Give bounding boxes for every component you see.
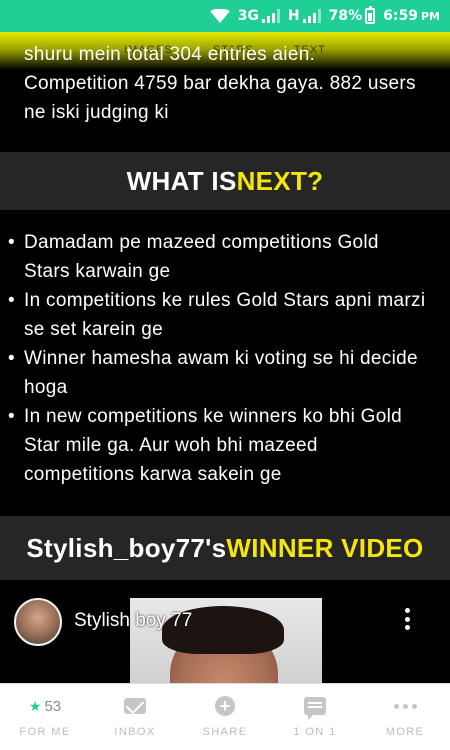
wifi-icon	[209, 9, 230, 23]
wifi-indicator	[209, 9, 230, 23]
winner-video-card[interactable]: Stylish boy 77	[0, 580, 450, 683]
inbox-icon	[124, 698, 146, 714]
cellular-3g: 3G	[238, 8, 280, 24]
bottom-nav: ★ 53 FOR ME INBOX + SHARE 1 ON 1 MORE	[0, 683, 450, 750]
plus-icon: +	[215, 696, 235, 716]
network-type-label-2: H	[287, 8, 300, 24]
battery-indicator: 78%	[328, 6, 376, 24]
winner-title-plain: Stylish_boy77's	[26, 532, 227, 563]
more-options-icon[interactable]	[404, 608, 410, 630]
signal-icon	[261, 9, 280, 23]
channel-name[interactable]: Stylish boy 77	[74, 610, 192, 632]
nav-label-more: MORE	[385, 726, 425, 738]
list-item: Winner hamesha awam ki voting se hi deci…	[8, 344, 428, 402]
list-item: In new competitions ke winners ko bhi Go…	[8, 402, 428, 489]
section-title-plain: WHAT IS	[126, 165, 237, 196]
nav-inbox[interactable]: INBOX	[90, 694, 180, 738]
nav-label-for-me: FOR ME	[19, 726, 71, 738]
star-count: 53	[44, 697, 62, 715]
more-dots-icon	[393, 703, 417, 709]
nav-label-inbox: INBOX	[114, 726, 156, 738]
clock-time: 6:59	[383, 8, 418, 24]
battery-percent: 78%	[328, 8, 363, 24]
clock-ampm: PM	[420, 9, 440, 23]
nav-for-me[interactable]: ★ 53 FOR ME	[0, 694, 90, 739]
nav-label-one-on-one: 1 ON 1	[293, 726, 337, 738]
intro-paragraph: shuru mein total 304 entries aien. Compe…	[24, 44, 416, 123]
cellular-h: H	[288, 8, 321, 24]
section-header-next: WHAT IS NEXT?	[0, 152, 450, 210]
chat-icon	[304, 697, 326, 720]
star-icon: ★	[28, 697, 42, 714]
network-type-label: 3G	[237, 8, 259, 24]
avatar[interactable]	[14, 598, 62, 646]
battery-icon	[365, 6, 376, 24]
status-bar: 3G H 78% 6:59 PM	[0, 0, 450, 32]
section-header-winner: Stylish_boy77's WINNER VIDEO	[0, 516, 450, 580]
signal-icon-2	[302, 9, 321, 23]
nav-more[interactable]: MORE	[360, 694, 450, 738]
list-item: Damadam pe mazeed competitions Gold Star…	[8, 228, 428, 286]
clock: 6:59 PM	[383, 8, 440, 24]
nav-label-share: SHARE	[202, 726, 248, 738]
nav-share[interactable]: + SHARE	[180, 694, 270, 738]
next-steps-list: Damadam pe mazeed competitions Gold Star…	[8, 228, 428, 489]
section-title-highlight: NEXT?	[236, 165, 324, 196]
winner-title-highlight: WINNER VIDEO	[226, 532, 424, 563]
list-item: In competitions ke rules Gold Stars apni…	[8, 286, 428, 344]
nav-one-on-one[interactable]: 1 ON 1	[270, 694, 360, 738]
